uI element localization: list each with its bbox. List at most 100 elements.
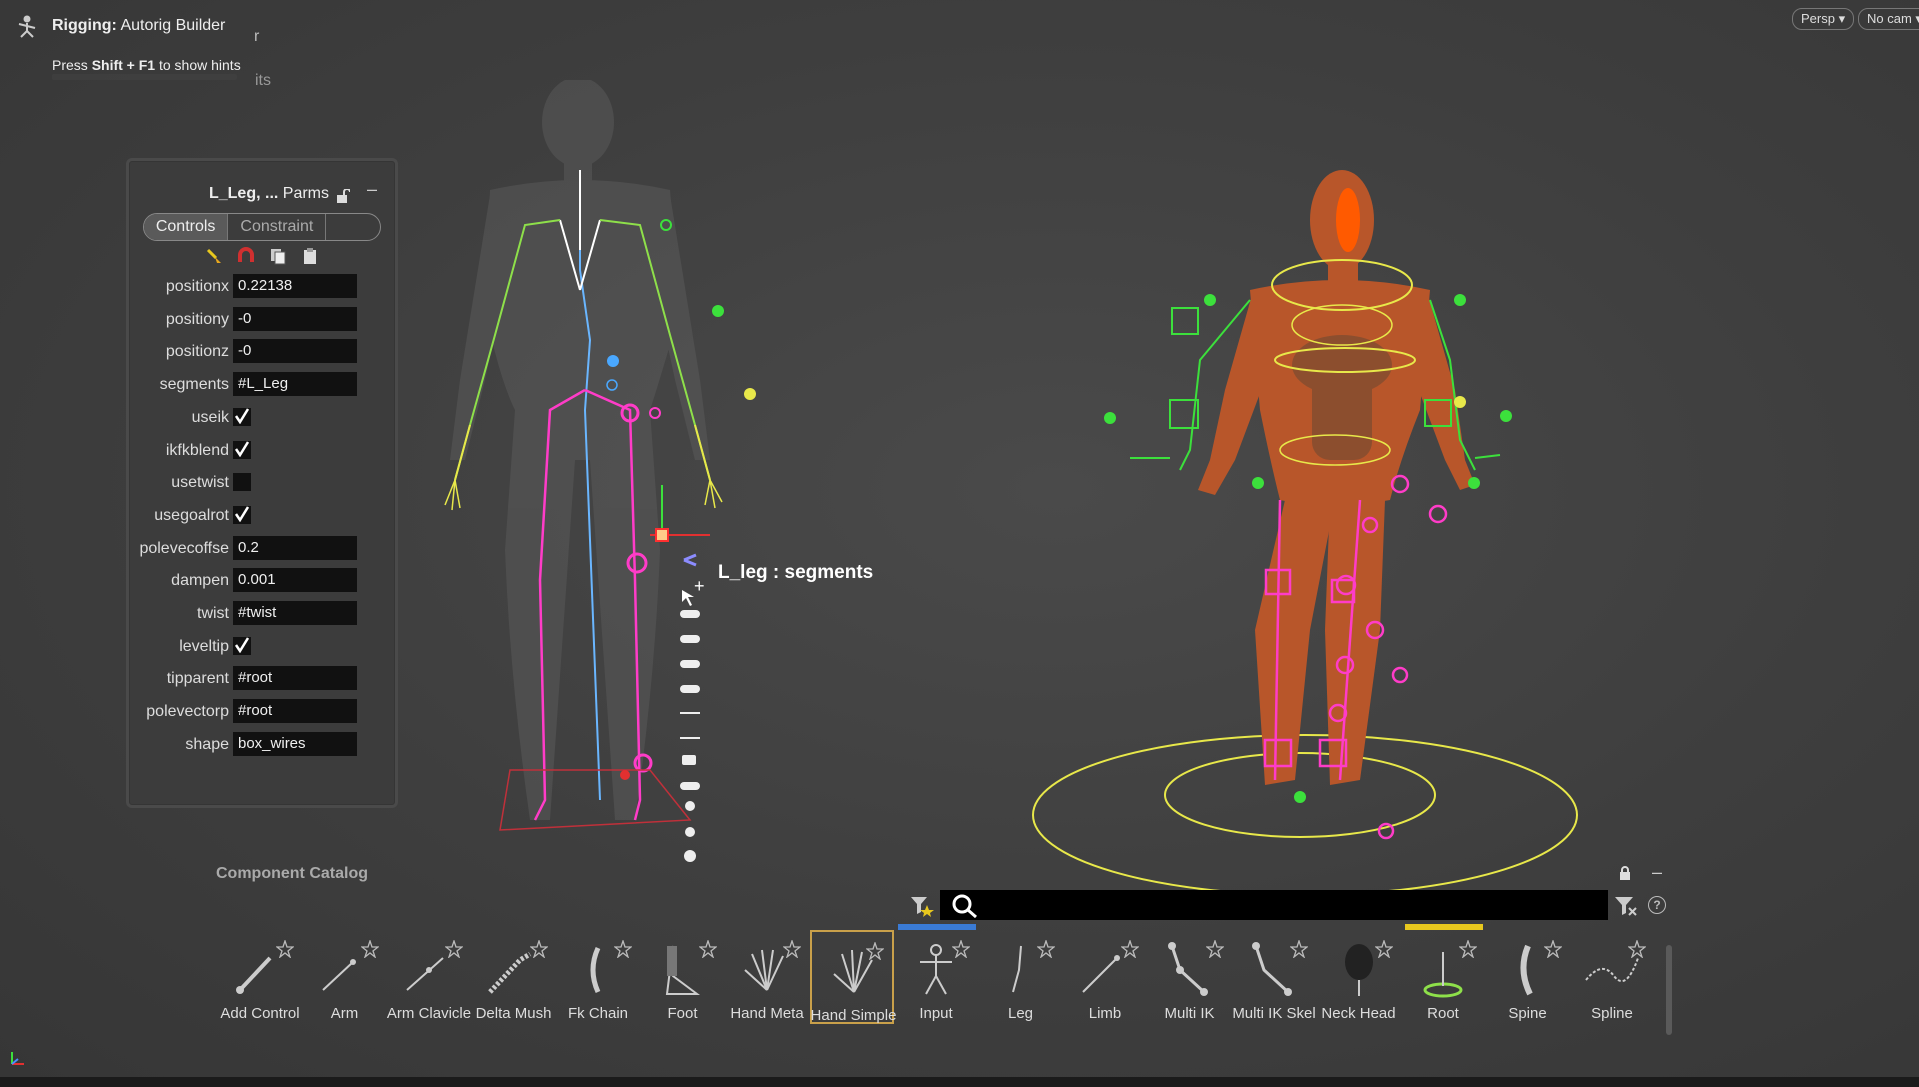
catalog-item-limb[interactable]: Limb <box>1063 930 1147 1024</box>
ghost-hint-bar <box>52 74 237 80</box>
parms-minimize-button[interactable]: – <box>367 179 377 200</box>
brush-icon[interactable] <box>205 247 223 265</box>
catalog-scrollbar[interactable] <box>1666 945 1672 1035</box>
parm-label: useik <box>191 408 229 426</box>
favorite-star-icon[interactable] <box>1543 940 1562 958</box>
search-icon <box>952 894 977 918</box>
catalog-item-input[interactable]: Input <box>894 924 978 1024</box>
parm-label: polevecoffse <box>139 539 229 557</box>
catalog-item-multi-ik-skel[interactable]: Multi IK Skel <box>1232 930 1316 1024</box>
parm-row-shape: shape box_wires <box>129 731 389 758</box>
favorite-star-icon[interactable] <box>698 940 717 958</box>
catalog-item-multi-ik[interactable]: Multi IK <box>1148 930 1232 1024</box>
paste-icon[interactable] <box>301 247 319 265</box>
shape-field[interactable]: box_wires <box>233 731 357 756</box>
catalog-item-label: Multi IK Skel <box>1232 1005 1316 1022</box>
perspective-menu[interactable]: Persp ▾ <box>1792 8 1855 30</box>
parms-toolbar <box>205 247 319 265</box>
favorite-star-icon[interactable] <box>1036 940 1055 958</box>
tab-constraint[interactable]: Constraint <box>228 214 327 240</box>
favorite-star-icon[interactable] <box>1628 940 1646 958</box>
favorite-star-icon[interactable] <box>276 940 294 958</box>
parm-label: positionx <box>165 278 229 295</box>
favorite-star-icon[interactable] <box>1374 940 1393 958</box>
polevecoffse-field[interactable]: 0.2 <box>233 535 357 560</box>
copy-icon[interactable] <box>269 247 287 265</box>
3d-viewport[interactable]: + Rigging: Autorig Builder Press Shift +… <box>0 0 1919 1087</box>
hint-text: Press Shift + F1 to show hints <box>52 57 241 73</box>
favorite-star-icon[interactable] <box>1290 940 1308 958</box>
filter-clear-icon[interactable] <box>1614 895 1638 917</box>
useik-checkbox[interactable] <box>233 407 251 426</box>
favorite-filter-icon[interactable] <box>910 895 934 917</box>
favorite-star-icon[interactable] <box>445 940 463 958</box>
catalog-item-label: Hand Simple <box>810 1007 897 1024</box>
component-catalog: Add Control Arm Arm Clavicle Delta Mush Fk C… <box>218 924 1678 1030</box>
catalog-item-leg[interactable]: Leg <box>979 930 1063 1024</box>
favorite-star-icon[interactable] <box>1205 940 1224 958</box>
favorite-star-icon[interactable] <box>783 940 801 958</box>
parm-row-positionz: positionz -0 <box>129 339 389 365</box>
dampen-field[interactable]: 0.001 <box>233 568 357 593</box>
catalog-item-hand-meta[interactable]: Hand Meta <box>725 930 809 1024</box>
polevectorp-field[interactable]: #root <box>233 699 357 724</box>
tipparent-field[interactable]: #root <box>233 666 357 691</box>
catalog-item-indicator <box>1405 924 1483 930</box>
catalog-lock-icon[interactable] <box>1618 866 1632 880</box>
catalog-item-arm-clavicle[interactable]: Arm Clavicle <box>387 930 471 1024</box>
tab-controls[interactable]: Controls <box>144 214 229 240</box>
catalog-item-root[interactable]: Root <box>1401 924 1485 1024</box>
catalog-item-foot[interactable]: Foot <box>641 930 725 1024</box>
catalog-search-input[interactable] <box>940 890 1608 920</box>
help-icon[interactable]: ? <box>1648 896 1666 914</box>
positiony-field[interactable]: -0 <box>233 306 357 331</box>
parm-row-leveltip: leveltip <box>129 634 389 660</box>
parm-label: tipparent <box>166 670 229 688</box>
usetwist-checkbox[interactable] <box>233 473 251 492</box>
twist-field[interactable]: #twist <box>233 601 357 625</box>
camera-menu[interactable]: No cam ▾ <box>1858 8 1919 30</box>
catalog-item-fk-chain[interactable]: Fk Chain <box>556 930 640 1024</box>
parm-row-useik: useik <box>129 405 389 431</box>
favorite-star-icon[interactable] <box>614 940 632 958</box>
catalog-item-neck-head[interactable]: Neck Head <box>1317 930 1401 1024</box>
catalog-item-label: Add Control <box>220 1005 300 1022</box>
rigged-character[interactable] <box>1020 160 1600 900</box>
ikfkblend-checkbox[interactable] <box>233 440 251 459</box>
parm-row-usegoalrot: usegoalrot <box>129 503 389 529</box>
favorite-star-icon[interactable] <box>529 940 548 958</box>
catalog-item-hand-simple[interactable]: Hand Simple <box>809 930 896 1024</box>
leveltip-checkbox[interactable] <box>233 636 251 655</box>
favorite-star-icon[interactable] <box>1459 940 1477 958</box>
reference-skeleton[interactable] <box>430 80 770 840</box>
positionx-field[interactable]: 0.22138 <box>233 274 357 298</box>
catalog-item-spline[interactable]: Spline <box>1570 930 1654 1024</box>
parm-row-twist: twist #twist <box>129 601 389 627</box>
parms-tabs: Controls Constraint <box>143 213 381 241</box>
catalog-item-label: Spline <box>1591 1005 1633 1022</box>
catalog-item-spine[interactable]: Spine <box>1486 930 1570 1024</box>
catalog-item-add-control[interactable]: Add Control <box>218 930 302 1024</box>
checkmark-icon <box>234 440 250 457</box>
catalog-item-delta-mush[interactable]: Delta Mush <box>472 930 556 1024</box>
usegoalrot-checkbox[interactable] <box>233 505 251 524</box>
favorite-star-icon[interactable] <box>952 940 970 958</box>
catalog-minimize-button[interactable]: – <box>1652 862 1662 883</box>
favorite-star-icon[interactable] <box>865 942 884 960</box>
parm-row-polevectorp: polevectorp #root <box>129 699 389 725</box>
tab-extra[interactable] <box>326 214 380 240</box>
parm-label: usetwist <box>171 474 229 492</box>
segments-field[interactable]: #L_Leg <box>233 372 357 397</box>
catalog-item-label: Fk Chain <box>567 1005 629 1022</box>
magnet-icon[interactable] <box>237 247 255 265</box>
catalog-item-label: Arm <box>330 1005 359 1022</box>
viewport-tool-shelf[interactable]: + <box>674 550 714 870</box>
favorite-star-icon[interactable] <box>360 940 379 958</box>
catalog-item-arm[interactable]: Arm <box>303 930 387 1024</box>
catalog-item-label: Leg <box>1007 1005 1034 1022</box>
unlock-icon[interactable] <box>336 189 350 203</box>
favorite-star-icon[interactable] <box>1121 940 1139 958</box>
parm-label: ikfkblend <box>165 441 229 459</box>
parm-label: segments <box>159 376 229 394</box>
positionz-field[interactable]: -0 <box>233 339 357 364</box>
